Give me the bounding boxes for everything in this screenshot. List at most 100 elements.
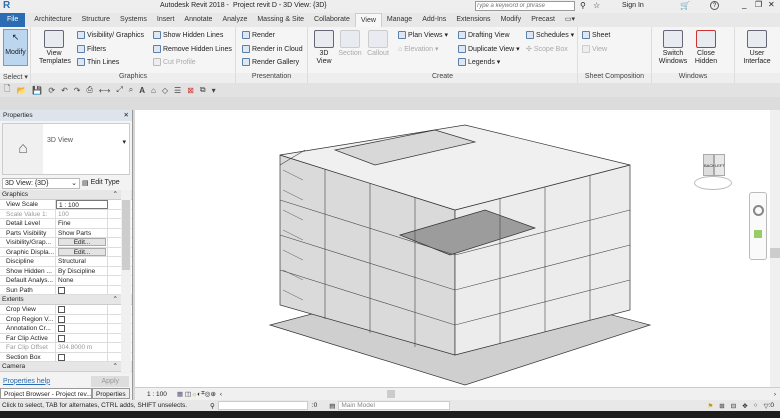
property-row[interactable]: Crop View: [0, 305, 132, 315]
remove-hidden-lines-button[interactable]: Remove Hidden Lines: [153, 45, 232, 53]
property-value[interactable]: Fine: [56, 219, 108, 228]
drafting-view-button[interactable]: Drafting View: [458, 31, 510, 39]
elevation-button[interactable]: ⌂ Elevation ▾: [398, 45, 439, 54]
building-model[interactable]: [135, 110, 770, 387]
text-icon[interactable]: A: [139, 86, 145, 95]
tab-extensions[interactable]: Extensions: [451, 13, 495, 27]
close-button[interactable]: ✕: [768, 0, 775, 9]
tag-icon[interactable]: ⌕: [129, 85, 133, 95]
workset-dropdown[interactable]: [217, 401, 308, 410]
undo-icon[interactable]: ↶: [61, 86, 68, 95]
tab-add-ins[interactable]: Add-Ins: [417, 13, 451, 27]
tab-annotate[interactable]: Annotate: [179, 13, 217, 27]
duplicate-view-button[interactable]: Duplicate View ▾: [458, 45, 520, 53]
default-3d-view-icon[interactable]: ⌂: [151, 86, 156, 95]
tab-insert[interactable]: Insert: [152, 13, 180, 27]
show-hidden-lines-button[interactable]: Show Hidden Lines: [153, 31, 223, 39]
instance-selector[interactable]: 3D View: {3D} ⌄: [2, 177, 80, 189]
view-scale[interactable]: 1 : 100: [147, 391, 167, 398]
property-value[interactable]: 100: [56, 209, 108, 218]
property-value[interactable]: Edit...: [56, 247, 108, 256]
property-row[interactable]: Section Box: [0, 352, 132, 362]
compass-ring[interactable]: [694, 176, 732, 190]
callout-button[interactable]: Callout: [364, 30, 392, 58]
reveal-hidden-icon[interactable]: ⊕: [210, 390, 215, 398]
detail-level-icon[interactable]: ▦: [177, 390, 185, 398]
design-option-dropdown[interactable]: Main Model: [338, 401, 451, 410]
print-icon[interactable]: ⎙: [86, 85, 92, 95]
design-options-icon[interactable]: ▤: [329, 402, 335, 410]
new-icon[interactable]: 🗋: [4, 83, 10, 97]
type-selector[interactable]: ⌂ 3D View ▾: [2, 123, 130, 175]
property-value[interactable]: 304.8000 m: [56, 343, 108, 352]
property-value[interactable]: [56, 333, 108, 342]
drag-icon[interactable]: ○: [754, 402, 758, 409]
render-gallery-button[interactable]: Render Gallery: [242, 58, 299, 66]
revit-logo-icon[interactable]: R: [3, 0, 10, 11]
view-templates-button[interactable]: View Templates: [39, 30, 71, 66]
tab-systems[interactable]: Systems: [115, 13, 152, 27]
scroll-left-icon[interactable]: ‹: [220, 391, 222, 398]
plan-views-button[interactable]: Plan Views ▾: [398, 31, 448, 39]
tab-analyze[interactable]: Analyze: [217, 13, 252, 27]
schedules-button[interactable]: Schedules ▾: [526, 31, 574, 39]
tab-file[interactable]: File: [0, 13, 26, 27]
property-row[interactable]: Show Hidden ... By Discipline: [0, 266, 132, 276]
zoom-icon[interactable]: [754, 230, 762, 238]
property-row[interactable]: Crop Region V...: [0, 314, 132, 324]
pinned-icon[interactable]: ⊟: [731, 402, 736, 410]
3d-viewport[interactable]: BACK LEFT: [135, 110, 770, 387]
cut-profile-button[interactable]: Cut Profile: [153, 58, 196, 66]
tab-structure[interactable]: Structure: [77, 13, 115, 27]
property-value[interactable]: Edit...: [56, 238, 108, 247]
switch-windows-qat-icon[interactable]: ⧉: [200, 85, 206, 95]
property-row[interactable]: Far Clip Active: [0, 333, 132, 343]
redo-icon[interactable]: ↷: [74, 86, 81, 95]
user-interface-button[interactable]: User Interface: [739, 30, 775, 66]
property-value[interactable]: None: [56, 276, 108, 285]
property-row[interactable]: Far Clip Offset 304.8000 m: [0, 343, 132, 353]
tab-project-browser[interactable]: Project Browser - Project rev...: [0, 388, 92, 399]
properties-close-icon[interactable]: ✕: [124, 110, 129, 121]
property-checkbox[interactable]: [58, 315, 65, 323]
minimize-button[interactable]: _: [742, 0, 746, 9]
close-hidden-button[interactable]: Close Hidden: [692, 30, 720, 66]
customize-qat-icon[interactable]: ▾: [212, 86, 216, 95]
property-row[interactable]: View Scale 1 : 100: [0, 200, 132, 210]
property-row[interactable]: Detail Level Fine: [0, 219, 132, 229]
close-hidden-qat-icon[interactable]: ⊠: [187, 86, 194, 95]
render-button[interactable]: Render: [242, 31, 275, 39]
horizontal-scroll-thumb[interactable]: [387, 390, 396, 398]
property-row[interactable]: Discipline Structural: [0, 257, 132, 267]
property-row[interactable]: Default Analys... None: [0, 276, 132, 286]
property-value[interactable]: [56, 324, 108, 333]
select-dropdown[interactable]: Select ▾: [0, 73, 30, 83]
property-checkbox[interactable]: [58, 306, 65, 313]
edit-button[interactable]: Edit...: [58, 247, 106, 256]
properties-scrollbar[interactable]: [121, 190, 131, 374]
property-checkbox[interactable]: [58, 353, 65, 361]
edit-type-button[interactable]: ▤ Edit Type: [82, 179, 120, 187]
property-value[interactable]: By Discipline: [56, 266, 108, 275]
sheet-button[interactable]: Sheet: [582, 31, 610, 39]
search-input[interactable]: [475, 1, 575, 11]
tab-properties[interactable]: Properties: [92, 388, 130, 399]
scroll-right-icon[interactable]: ›: [774, 391, 776, 398]
measure-icon[interactable]: ⟷: [99, 86, 110, 95]
sync-icon[interactable]: ⟳: [48, 86, 55, 95]
link-icon[interactable]: ⚑: [707, 402, 713, 410]
property-row[interactable]: Graphic Displa... Edit...: [0, 247, 132, 257]
property-value[interactable]: Structural: [56, 257, 108, 266]
edit-button[interactable]: Edit...: [58, 238, 106, 246]
tab-precast[interactable]: Precast: [526, 13, 560, 27]
binoculars-icon[interactable]: ⚲: [580, 1, 586, 10]
contextual-toggle-icon[interactable]: ▭▾: [560, 13, 580, 27]
render-in-cloud-button[interactable]: Render in Cloud: [242, 45, 303, 53]
tab-view[interactable]: View: [354, 13, 382, 27]
group-extents[interactable]: Extents ⌃: [0, 295, 132, 305]
property-row[interactable]: Parts Visibility Show Parts: [0, 228, 132, 238]
viewcube[interactable]: BACK LEFT: [690, 148, 736, 194]
visibility-graphics-button[interactable]: Visibility/ Graphics: [77, 31, 144, 39]
property-row[interactable]: Annotation Cr...: [0, 324, 132, 334]
open-icon[interactable]: 📂: [16, 86, 26, 95]
